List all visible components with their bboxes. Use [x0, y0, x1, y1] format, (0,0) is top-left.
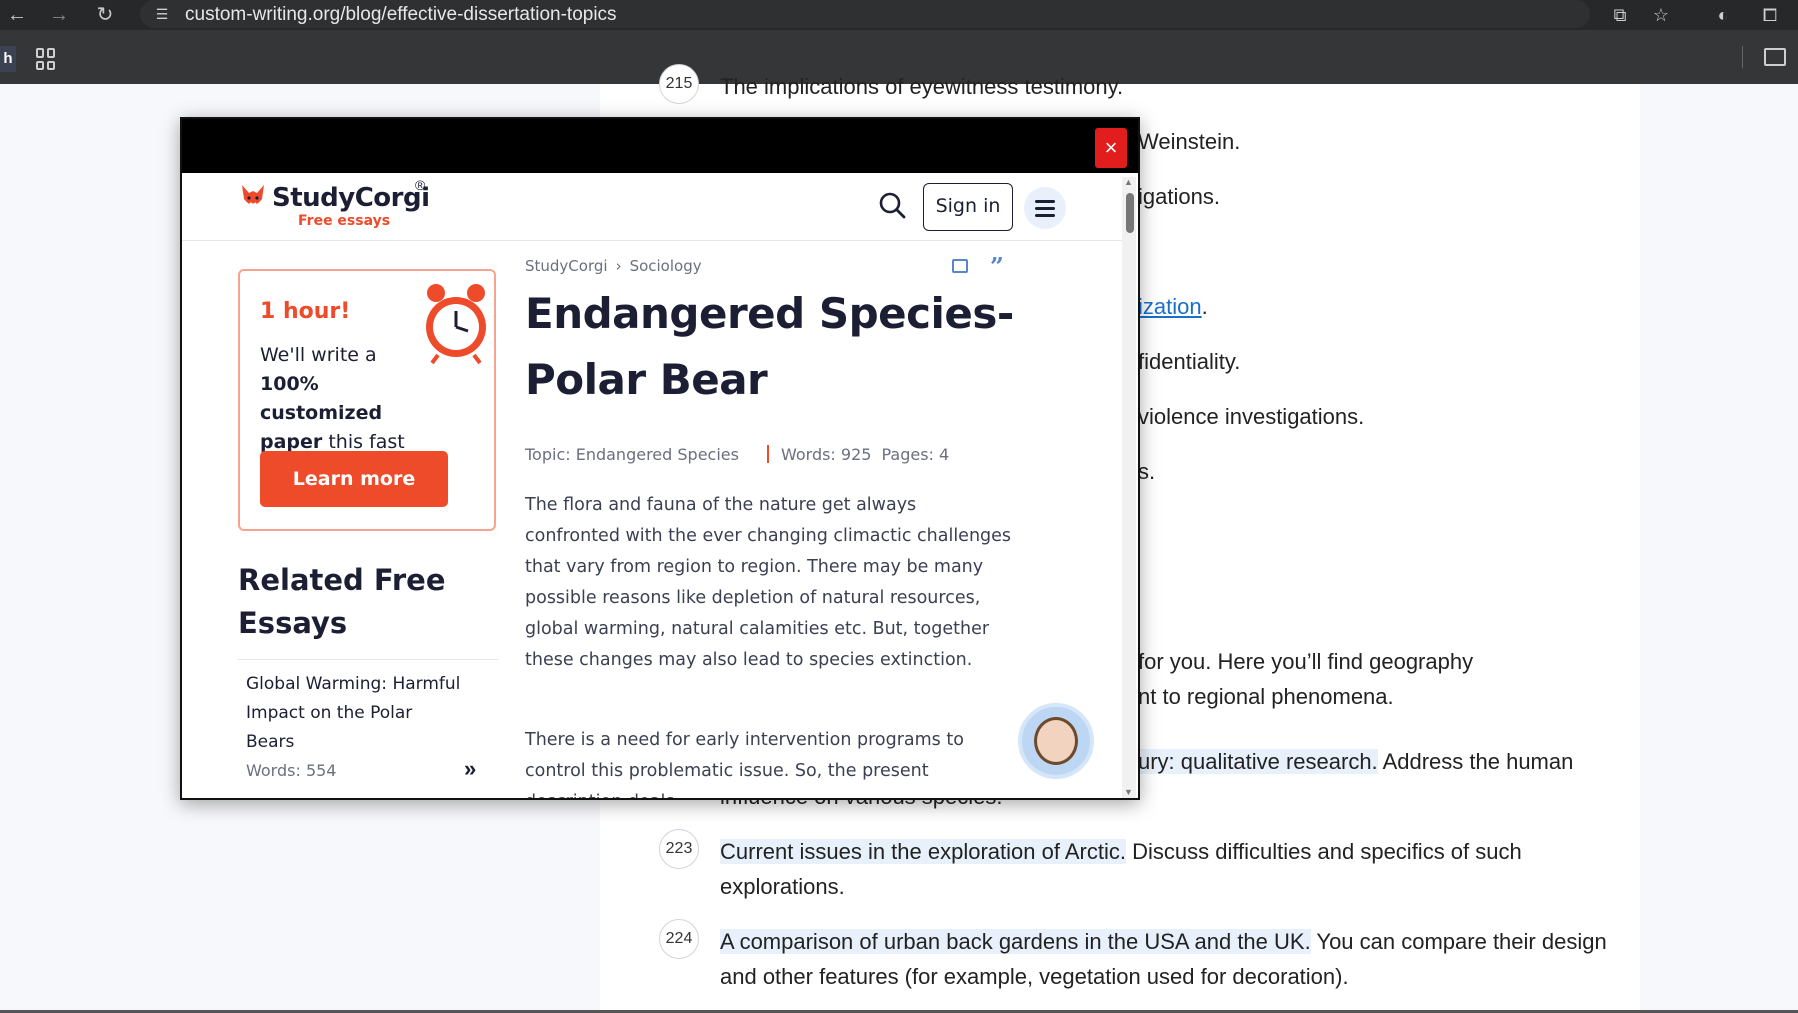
promo-card: 1 hour! We'll write a 100% customized pa… — [238, 269, 496, 531]
hamburger-menu-icon[interactable] — [1024, 187, 1066, 229]
list-number: 215 — [659, 64, 699, 104]
list-number: 224 — [659, 919, 699, 959]
highlighted-topic: ury: qualitative research. — [1138, 749, 1378, 774]
studycorgi-header: StudyCorgi ® Free essays Sign in — [182, 173, 1122, 241]
related-essays-heading: Related Free Essays — [238, 563, 446, 640]
bookmark-star-icon[interactable]: ☆ — [1648, 2, 1674, 28]
cite-quote-icon[interactable]: ” — [990, 252, 1004, 281]
scrollbar-thumb[interactable] — [1126, 193, 1134, 233]
list-number: 223 — [659, 829, 699, 869]
related-essay-words: Words: 554 — [246, 761, 337, 780]
promo-bold: paper — [260, 431, 323, 453]
bookmark-favicon[interactable]: h — [0, 46, 16, 72]
highlighted-topic: Current issues in the exploration of Arc… — [720, 839, 1126, 864]
divider — [238, 659, 498, 660]
double-chevron-right-icon[interactable]: » — [464, 756, 476, 782]
list-item-text: violence investigations. — [1138, 404, 1365, 429]
essay-paragraph: The flora and fauna of the nature get al… — [525, 495, 1012, 670]
list-item-text: igations. — [1138, 184, 1220, 209]
promo-title: 1 hour! — [260, 299, 351, 324]
essay-words: Words: 925 — [780, 445, 872, 464]
site-settings-icon[interactable]: ☰ — [152, 4, 172, 24]
promo-bold: 100% customized — [260, 373, 383, 424]
logo-tagline: Free essays — [298, 213, 391, 229]
meta-divider — [766, 445, 769, 463]
topic-description: Address the human — [1377, 749, 1574, 774]
related-essay-link[interactable]: Global Warming: Harmful Impact on the Po… — [246, 670, 466, 757]
breadcrumb: StudyCorgi › Sociology — [525, 257, 702, 275]
essay-topic[interactable]: Topic: Endangered Species — [525, 445, 739, 464]
close-button[interactable]: × — [1095, 128, 1127, 168]
search-icon[interactable] — [878, 191, 906, 219]
section-intro-text: nt to regional phenomena. — [1138, 684, 1394, 709]
promo-line: We'll write a — [260, 344, 377, 366]
section-intro-text: for you. Here you’ll find geography — [1138, 649, 1474, 674]
reload-icon[interactable]: ↻ — [92, 2, 118, 28]
list-item-text: The implications of eyewitness testimony… — [720, 74, 1124, 99]
list-item-text: explorations. — [720, 874, 845, 899]
install-app-icon[interactable]: ⧉ — [1607, 2, 1633, 28]
breadcrumb-home[interactable]: StudyCorgi — [525, 257, 608, 275]
corgi-logo-icon[interactable] — [240, 183, 266, 211]
essay-title: Endangered Species- Polar Bear — [525, 289, 1014, 404]
scroll-down-arrow-icon[interactable]: ▼ — [1124, 787, 1133, 797]
essay-meta: Topic: Endangered Species Words: 925 Pages… — [525, 445, 949, 464]
essay-paragraph: There is a need for early intervention p… — [525, 730, 964, 798]
highlighted-topic: A comparison of urban back gardens in th… — [720, 929, 1311, 954]
promo-line: this fast — [322, 431, 405, 453]
print-icon[interactable] — [952, 259, 968, 273]
list-item-text: s. — [1138, 459, 1156, 484]
back-arrow-icon[interactable]: ← — [4, 2, 30, 28]
registered-mark: ® — [415, 177, 426, 193]
learn-more-button[interactable]: Learn more — [260, 451, 448, 507]
breadcrumb-category[interactable]: Sociology — [630, 257, 702, 275]
list-item-text: Current issues in the exploration of Arc… — [720, 839, 1522, 865]
list-item-text: and other features (for example, vegetat… — [720, 964, 1349, 989]
logo-text[interactable]: StudyCorgi — [272, 183, 430, 213]
essay-pages: Pages: 4 — [881, 445, 950, 464]
list-item-text: fidentiality. — [1138, 349, 1241, 374]
list-item-text: ization. — [1138, 294, 1208, 320]
list-item-text: A comparison of urban back gardens in th… — [720, 929, 1607, 955]
bookmarks-divider — [1742, 46, 1743, 68]
link-tail: . — [1201, 294, 1208, 319]
support-avatar-icon[interactable] — [1018, 703, 1094, 779]
scroll-up-arrow-icon[interactable]: ▲ — [1124, 177, 1133, 187]
extensions-icon[interactable]: ⧠ — [1757, 2, 1783, 28]
list-item-text: Weinstein. — [1138, 129, 1241, 154]
folder-icon[interactable] — [1764, 48, 1786, 66]
sign-in-button[interactable]: Sign in — [923, 183, 1013, 231]
list-item-text: ury: qualitative research. Address the h… — [1138, 749, 1573, 775]
topic-description: Discuss difficulties and specifics of su… — [1125, 839, 1522, 864]
chevron-right-icon: › — [615, 257, 622, 275]
forward-arrow-icon[interactable]: → — [46, 2, 72, 28]
promo-text: We'll write a 100% customized paper this… — [260, 341, 440, 457]
popup-titlebar — [182, 119, 1138, 173]
profile-icon[interactable]: ◐ — [1710, 2, 1736, 28]
url-text[interactable]: custom-writing.org/blog/effective-disser… — [185, 4, 617, 26]
topic-link[interactable]: ization — [1138, 294, 1202, 319]
ad-popup: × StudyCorgi ® Free essays Sign in 1 hou… — [180, 117, 1140, 800]
popup-scrollbar[interactable] — [1122, 177, 1136, 798]
apps-grid-icon[interactable] — [36, 48, 58, 70]
topic-description: You can compare their design — [1310, 929, 1607, 954]
